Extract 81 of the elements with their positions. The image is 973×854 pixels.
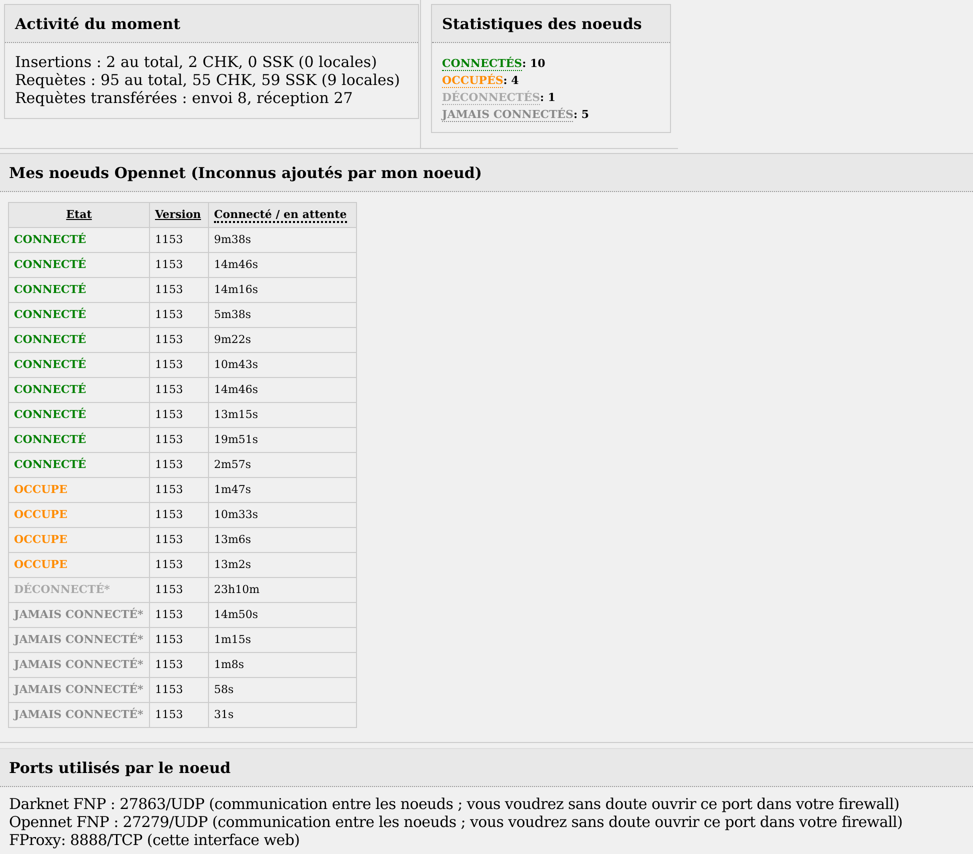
table-cell: 10m33s (208, 502, 356, 528)
table-cell: 1153 (150, 652, 208, 678)
status-count: : 5 (573, 108, 590, 121)
status-count: : 10 (522, 57, 546, 70)
column-header: Etat (8, 202, 150, 228)
status-label: OCCUPÉS (442, 74, 504, 88)
table-cell: 9m22s (208, 328, 356, 352)
table-cell: 1m47s (208, 478, 356, 502)
table-cell: 1m15s (208, 628, 356, 652)
table-cell: 1153 (150, 302, 208, 328)
column-header: Connecté / en attente (208, 202, 356, 228)
table-cell: 31s (208, 702, 356, 728)
table-cell: 1153 (150, 678, 208, 702)
table-cell: 23h10m (208, 578, 356, 602)
port-line: Darknet FNP : 27863/UDP (communication entre les noeuds ; vous voudrez sans doute ouvrir ce port dans votre firewall) (9, 795, 900, 813)
activity-line: Requètes transférées : envoi 8, réception 27 (15, 89, 354, 107)
table-cell: 1153 (150, 452, 208, 478)
table-cell: 14m50s (208, 602, 356, 628)
panel-title: Statistiques des noeuds (432, 5, 670, 43)
status-label: DÉCONNECTÉS (442, 91, 540, 105)
table-cell: 1153 (150, 628, 208, 652)
table-cell: 9m38s (208, 228, 356, 252)
table-cell: 1153 (150, 402, 208, 428)
port-line: Opennet FNP : 27279/UDP (communication entre les noeuds ; vous voudrez sans doute ouvrir ce port dans votre firewall) (9, 813, 904, 831)
table-cell: CONNECTÉ (8, 428, 150, 452)
section-title: Mes noeuds Opennet (Inconnus ajoutés par mon noeud) (0, 154, 973, 192)
activity-line: Requètes : 95 au total, 55 CHK, 59 SSK (9 locales) (15, 71, 401, 89)
table-cell: 14m46s (208, 378, 356, 402)
table-cell: 1153 (150, 602, 208, 628)
status-count: : 1 (540, 91, 556, 104)
table-cell: JAMAIS CONNECTÉ* (8, 678, 150, 702)
column-header: Version (150, 202, 208, 228)
table-cell: CONNECTÉ (8, 228, 150, 252)
table-cell: 13m6s (208, 528, 356, 552)
section-title: Ports utilisés par le noeud (0, 749, 973, 787)
table-cell: JAMAIS CONNECTÉ* (8, 628, 150, 652)
table-cell: 58s (208, 678, 356, 702)
port-line: FProxy: 8888/TCP (cette interface web) (9, 831, 301, 849)
table-cell: 10m43s (208, 352, 356, 378)
table-cell: CONNECTÉ (8, 352, 150, 378)
table-cell: JAMAIS CONNECTÉ* (8, 602, 150, 628)
table-cell: OCCUPE (8, 528, 150, 552)
table-cell: 1153 (150, 328, 208, 352)
table-cell: JAMAIS CONNECTÉ* (8, 652, 150, 678)
table-cell: CONNECTÉ (8, 278, 150, 302)
table-cell: CONNECTÉ (8, 378, 150, 402)
table-cell: 5m38s (208, 302, 356, 328)
table-cell: 13m15s (208, 402, 356, 428)
status-label: CONNECTÉS (442, 57, 522, 71)
table-cell: JAMAIS CONNECTÉ* (8, 702, 150, 728)
table-cell: CONNECTÉ (8, 452, 150, 478)
table-cell: OCCUPE (8, 478, 150, 502)
panel-title: Activité du moment (5, 5, 418, 43)
table-cell: 1153 (150, 702, 208, 728)
table-cell: 1153 (150, 352, 208, 378)
table-cell: 14m46s (208, 252, 356, 278)
table-cell: 1m8s (208, 652, 356, 678)
table-cell: 1153 (150, 478, 208, 502)
table-cell: 13m2s (208, 552, 356, 578)
table-cell: 1153 (150, 502, 208, 528)
table-cell: 1153 (150, 528, 208, 552)
table-cell: CONNECTÉ (8, 302, 150, 328)
table-cell: 1153 (150, 578, 208, 602)
status-count: : 4 (503, 74, 519, 87)
table-cell: CONNECTÉ (8, 252, 150, 278)
table-cell: 1153 (150, 378, 208, 402)
table-cell: CONNECTÉ (8, 402, 150, 428)
table-cell: 19m51s (208, 428, 356, 452)
activity-line: Insertions : 2 au total, 2 CHK, 0 SSK (0 locales) (15, 53, 378, 71)
table-cell: 2m57s (208, 452, 356, 478)
table-cell: 1153 (150, 552, 208, 578)
table-cell: OCCUPE (8, 552, 150, 578)
table-cell: 1153 (150, 252, 208, 278)
table-cell: OCCUPE (8, 502, 150, 528)
table-cell: 1153 (150, 428, 208, 452)
table-cell: CONNECTÉ (8, 328, 150, 352)
status-label: JAMAIS CONNECTÉS (442, 108, 574, 122)
table-cell: DÉCONNECTÉ* (8, 578, 150, 602)
table-cell: 1153 (150, 228, 208, 252)
table-cell: 14m16s (208, 278, 356, 302)
table-cell: 1153 (150, 278, 208, 302)
